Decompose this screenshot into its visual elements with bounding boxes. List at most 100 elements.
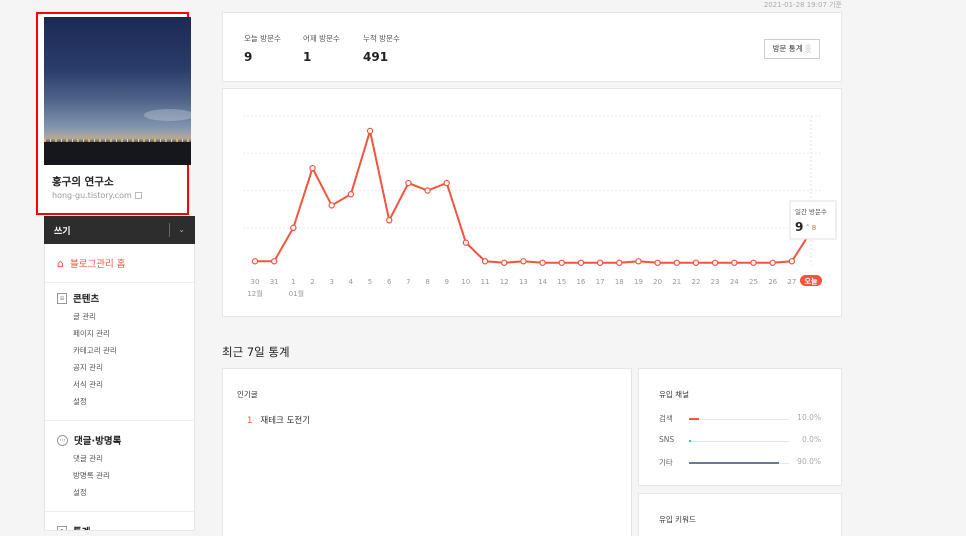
chart-point[interactable] (347, 191, 355, 198)
chart-x-tick-label: 22 (692, 278, 701, 286)
channel-bar-fill (689, 418, 699, 420)
popular-posts-card: 인기글 1 재테크 도전기 (222, 368, 632, 536)
chart-point[interactable] (443, 179, 450, 187)
channel-bar-track (689, 418, 789, 420)
chart-point[interactable] (788, 258, 796, 265)
cloud-shape (144, 109, 191, 121)
blog-url: hong-gu.tistory.com (52, 191, 132, 200)
chart-point[interactable] (520, 258, 527, 265)
chart-x-tick-label: 24 (730, 278, 739, 286)
yesterday-visits: 어제 방문수 1 (303, 33, 340, 64)
blog-name[interactable]: 홍구의 연구소 (52, 174, 114, 189)
blog-cover-image[interactable] (44, 17, 191, 165)
home-icon: ⌂ (57, 256, 64, 270)
channel-bar-fill (689, 440, 691, 442)
menu-item-pages[interactable]: 페이지 관리 (57, 325, 182, 342)
chart-point[interactable] (711, 259, 719, 266)
chart-point[interactable] (577, 259, 585, 266)
channel-bar-track (689, 462, 789, 464)
chart-tooltip-delta: ˄ 8 (806, 224, 816, 232)
menu-item-comments[interactable]: 댓글 관리 (57, 450, 182, 467)
menu-item-notices[interactable]: 공지 관리 (57, 359, 182, 376)
menu-section-stats-head[interactable]: ▮ 통계 (57, 524, 182, 530)
chart-point[interactable] (309, 164, 316, 172)
chart-month-label: 12월 (247, 289, 262, 298)
today-visits-label: 오늘 방문수 (244, 34, 281, 43)
popular-post-rank: 1 (247, 416, 253, 426)
chart-point[interactable] (290, 224, 297, 231)
channel-name: SNS (659, 435, 675, 444)
menu-divider (45, 420, 194, 421)
popular-post-row[interactable]: 1 재테크 도전기 (247, 414, 310, 426)
chart-point[interactable] (462, 239, 470, 246)
channel-percent: 10.0% (797, 413, 821, 422)
menu-item-home[interactable]: ⌂ 블로그관리 홈 (45, 244, 194, 283)
chart-point[interactable] (481, 258, 489, 265)
chart-x-tick-label: 7 (406, 278, 410, 286)
channel-row-other: 기타 90.0% (659, 457, 821, 469)
total-visits: 누적 방문수 491 (363, 33, 400, 64)
visit-summary-card: 오늘 방문수 9 어제 방문수 1 누적 방문수 491 방문 통계 ░ (222, 12, 842, 82)
chart-point[interactable] (558, 259, 565, 266)
traffic-channels-title: 유입 채널 (659, 390, 689, 399)
chart-x-tick-label: 4 (349, 278, 354, 286)
chart-point[interactable] (731, 259, 738, 266)
channel-bar-fill (689, 462, 779, 464)
channel-name: 검색 (659, 414, 673, 423)
blog-url-link[interactable]: hong-gu.tistory.com (52, 191, 142, 200)
chart-point[interactable] (635, 258, 642, 265)
menu-section-contents-head[interactable]: ≡ 콘텐츠 (57, 291, 182, 305)
yesterday-visits-value: 1 (303, 50, 312, 64)
chart-x-tick-label: 17 (596, 278, 605, 286)
chart-point[interactable] (616, 259, 623, 266)
menu-section-title: 콘텐츠 (73, 294, 100, 305)
menu-item-contents-settings[interactable]: 설정 (57, 393, 182, 410)
chart-point[interactable] (596, 259, 604, 266)
chart-month-label: 01월 (289, 289, 304, 298)
chevron-down-icon[interactable]: ⌄ (169, 223, 185, 237)
chart-point[interactable] (328, 202, 335, 209)
menu-item-posts[interactable]: 글 관리 (57, 308, 182, 325)
chart-x-tick-label: 12 (500, 278, 509, 286)
chart-x-tick-label: 30 (251, 278, 260, 286)
menu-item-guestbook[interactable]: 방명록 관리 (57, 467, 182, 484)
popular-post-title: 재테크 도전기 (260, 416, 311, 426)
chart-x-tick-label: 15 (557, 278, 566, 286)
menu-item-comments-settings[interactable]: 설정 (57, 484, 182, 501)
chart-series-line (255, 130, 812, 264)
chart-x-tick-label: 9 (444, 278, 448, 286)
menu-item-categories[interactable]: 카테고리 관리 (57, 342, 182, 359)
menu-item-templates[interactable]: 서식 관리 (57, 376, 182, 393)
chart-point[interactable] (692, 259, 700, 266)
chart-point[interactable] (424, 187, 431, 194)
chart-point[interactable] (539, 259, 546, 266)
chart-point[interactable] (251, 258, 259, 265)
chart-point[interactable] (769, 259, 776, 266)
chart-point[interactable] (501, 259, 508, 266)
chart-x-tick-label: 10 (461, 278, 470, 286)
chart-point[interactable] (654, 259, 661, 266)
menu-section-comments-head[interactable]: ⋯ 댓글·방명록 (57, 433, 182, 447)
comment-icon: ⋯ (57, 434, 68, 446)
document-icon: ≡ (57, 292, 67, 304)
total-visits-label: 누적 방문수 (363, 34, 400, 43)
chart-point[interactable] (366, 127, 374, 135)
menu-section-title: 통계 (73, 524, 90, 530)
chart-point[interactable] (750, 259, 757, 266)
chart-x-tick-label: 3 (329, 278, 333, 286)
chart-point[interactable] (673, 259, 680, 266)
blog-profile-card[interactable]: 홍구의 연구소 hong-gu.tistory.com (36, 12, 191, 215)
chart-point[interactable] (270, 258, 278, 265)
chart-x-tick-label: 6 (387, 278, 392, 286)
write-bar: 쓰기 ⌄ (44, 216, 195, 244)
chart-x-tick-label: 27 (787, 278, 796, 286)
write-button[interactable]: 쓰기 (54, 224, 71, 237)
chart-point[interactable] (405, 179, 412, 187)
menu-section-title: 댓글·방명록 (74, 436, 122, 447)
today-visits: 오늘 방문수 9 (244, 33, 281, 64)
chart-x-tick-label: 8 (425, 278, 429, 286)
visit-stats-button[interactable]: 방문 통계 ░ (763, 39, 820, 59)
sidebar-menu: ⌂ 블로그관리 홈 ≡ 콘텐츠 글 관리 페이지 관리 카테고리 관리 공지 관… (44, 244, 195, 531)
chart-point[interactable] (386, 217, 393, 224)
chart-x-tick-label: 5 (368, 278, 372, 286)
